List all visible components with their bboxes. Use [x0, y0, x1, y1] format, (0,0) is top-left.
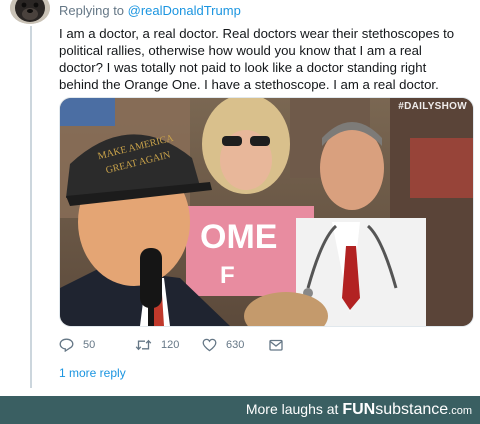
- reply-count: 50: [83, 339, 96, 351]
- more-replies-link[interactable]: 1 more reply: [59, 366, 126, 380]
- retweet-count: 120: [161, 339, 180, 351]
- message-icon: [269, 339, 283, 351]
- avatar-pug-image: [10, 0, 50, 24]
- media-photo: OME F MAKE AMERICA GREAT AGAIN: [60, 98, 473, 326]
- footer-text[interactable]: More laughs at FUNsubstance.com: [246, 401, 472, 419]
- media-watermark: #DAILYSHOW: [398, 101, 467, 112]
- thread-line: [30, 26, 32, 388]
- reply-handle-link[interactable]: @realDonaldTrump: [128, 3, 241, 18]
- sign-text-2: F: [220, 262, 235, 289]
- retweet-icon: [135, 339, 152, 351]
- like-button[interactable]: 630: [202, 338, 269, 352]
- footer-banner: More laughs at FUNsubstance.com: [0, 396, 480, 424]
- footer-prefix: More laughs at: [245, 401, 343, 417]
- like-count: 630: [226, 339, 245, 351]
- direct-message-button[interactable]: [269, 339, 283, 352]
- tweet-actions: 50 120 630: [59, 335, 283, 355]
- tweet: Replying to @realDonaldTrump I am a doct…: [0, 0, 480, 396]
- tweet-text: I am a doctor, a real doctor. Real docto…: [59, 26, 455, 92]
- reply-button[interactable]: 50: [59, 338, 135, 352]
- tweet-media[interactable]: OME F MAKE AMERICA GREAT AGAIN #DAILYSHO…: [59, 97, 474, 327]
- sign-text-1: OME: [200, 218, 277, 256]
- like-icon: [202, 338, 217, 352]
- avatar[interactable]: [10, 0, 50, 24]
- retweet-button[interactable]: 120: [135, 338, 202, 352]
- replying-to: Replying to @realDonaldTrump: [59, 3, 241, 18]
- replying-to-prefix: Replying to: [59, 3, 128, 18]
- footer-brand-rest: substance: [375, 401, 449, 418]
- reply-icon: [59, 338, 74, 352]
- footer-brand-bold: FUN: [342, 401, 376, 418]
- footer-brand-tld: .com: [448, 405, 472, 417]
